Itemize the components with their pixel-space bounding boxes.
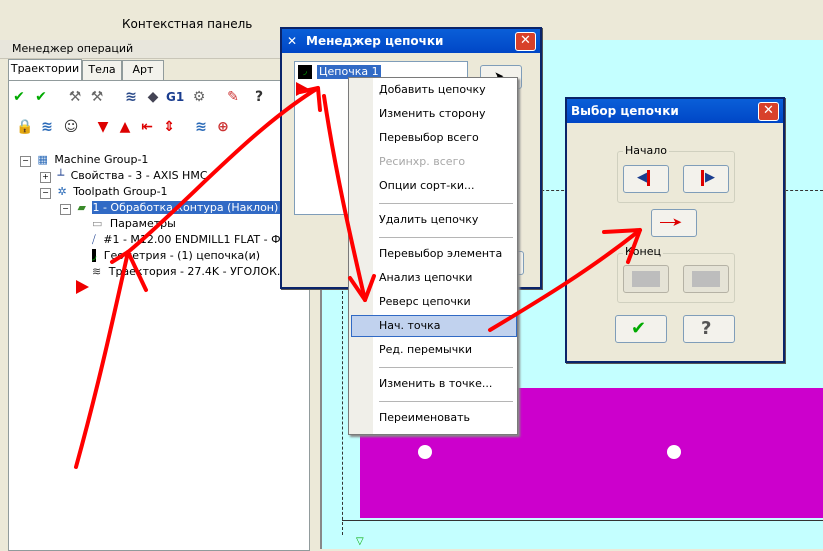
arrow-path (74, 250, 130, 469)
annotation-arrows (74, 86, 642, 469)
arrow-path (322, 94, 367, 302)
arrow-path (488, 228, 642, 332)
arrow-head (110, 250, 148, 292)
arrow-path (126, 86, 320, 254)
